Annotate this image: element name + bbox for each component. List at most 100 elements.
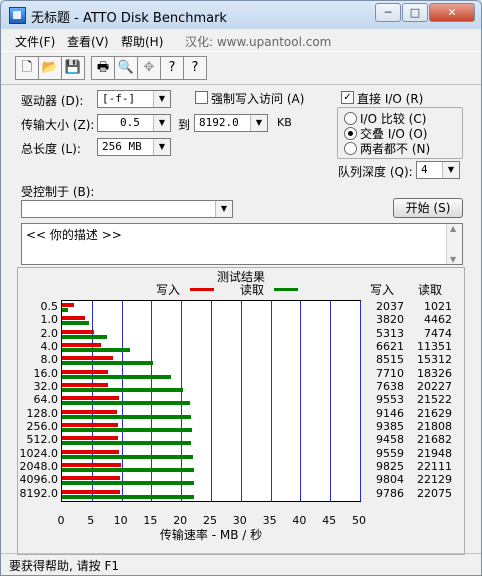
- description-scrollbar[interactable]: ▲ ▼: [446, 224, 462, 264]
- x-axis-label: 传输速率 - MB / 秒: [159, 528, 263, 542]
- menu-help[interactable]: 帮助(H): [121, 33, 163, 50]
- write-value: 9146: [376, 406, 404, 420]
- write-value: 9458: [376, 433, 404, 447]
- read-value: 15312: [417, 353, 452, 367]
- row-size-label: 16.0: [33, 366, 59, 380]
- force-write-label: 强制写入访问 (A): [211, 92, 305, 106]
- status-bar: 要获得帮助, 请按 F1: [1, 553, 481, 575]
- close-button[interactable]: ✕: [429, 3, 475, 22]
- maximize-button[interactable]: □: [402, 3, 428, 22]
- controlled-by-select[interactable]: ▼: [21, 200, 233, 218]
- read-bar: [62, 428, 192, 432]
- queue-depth-select[interactable]: 4 ▼: [416, 161, 460, 179]
- write-value: 3820: [376, 313, 404, 327]
- row-size-label: 2048.0: [19, 460, 59, 473]
- read-value: 21948: [417, 446, 452, 460]
- row-size-label: 512.0: [26, 433, 59, 447]
- read-bar: [62, 321, 89, 326]
- row-size-label: 1.0: [40, 313, 59, 327]
- menu-view[interactable]: 查看(V): [67, 33, 109, 50]
- scroll-down-icon[interactable]: ▼: [450, 255, 456, 264]
- menu-bar: 文件(F) 查看(V) 帮助(H) 汉化: www.upantool.com: [1, 29, 481, 51]
- start-button[interactable]: 开始 (S): [393, 198, 463, 218]
- total-length-label: 总长度 (L):: [21, 142, 81, 156]
- row-size-label: 128.0: [26, 406, 59, 420]
- read-value: 22129: [417, 473, 452, 487]
- write-bar: [62, 329, 94, 334]
- io-overlap-radio[interactable]: [344, 127, 357, 140]
- write-value: 8515: [376, 353, 404, 367]
- io-compare-radio[interactable]: [344, 112, 357, 125]
- legend-read-swatch: [274, 288, 298, 291]
- gridline: [300, 301, 302, 501]
- description-field[interactable]: << 你的描述 >> ▲ ▼: [21, 223, 463, 265]
- write-bar: [62, 356, 113, 361]
- queue-depth-label: 队列深度 (Q):: [338, 165, 413, 179]
- new-file-icon[interactable]: 🗋: [15, 56, 39, 80]
- row-size-label: 1024.0: [19, 446, 59, 460]
- row-size-label: 2.0: [40, 326, 59, 340]
- row-size-label: 8.0: [40, 353, 59, 367]
- open-folder-icon[interactable]: 📂: [38, 56, 62, 80]
- transfer-size-label: 传输大小 (Z):: [21, 118, 95, 132]
- write-bar: [62, 449, 119, 454]
- menu-file[interactable]: 文件(F): [15, 33, 55, 50]
- print-preview-icon[interactable]: 🔍: [114, 56, 138, 80]
- write-bar: [62, 476, 121, 481]
- total-length-select[interactable]: 256 MB ▼: [97, 138, 171, 156]
- transfer-to-select[interactable]: 8192.0 ▼: [194, 114, 268, 132]
- write-value: 7638: [376, 380, 404, 393]
- chevron-down-icon: ▼: [153, 91, 170, 107]
- read-value: 20227: [417, 380, 452, 393]
- read-value: 21629: [417, 406, 452, 420]
- force-write-checkbox[interactable]: [195, 91, 208, 104]
- write-value: 6621: [376, 340, 404, 353]
- save-icon[interactable]: 💾: [61, 56, 85, 80]
- write-bar: [62, 409, 117, 414]
- queue-depth-value: 4: [421, 163, 428, 176]
- context-help-icon[interactable]: ?: [183, 56, 207, 80]
- read-value: 18326: [417, 366, 452, 380]
- move-icon[interactable]: ✥: [137, 56, 161, 80]
- io-neither-radio[interactable]: [344, 142, 357, 155]
- read-value: 11351: [417, 340, 452, 353]
- column-write-header: 写入: [370, 283, 395, 297]
- read-value: 22111: [417, 460, 452, 473]
- read-bar: [62, 414, 191, 419]
- help-icon[interactable]: ?: [160, 56, 184, 80]
- drive-select[interactable]: [-f-] ▼: [97, 90, 171, 108]
- gridline: [330, 301, 332, 501]
- write-bar: [62, 423, 118, 427]
- row-size-label: 32.0: [33, 380, 59, 393]
- read-value: 22075: [417, 486, 452, 500]
- chevron-down-icon: ▼: [153, 115, 170, 131]
- chart-plot-area: [61, 300, 361, 502]
- results-panel: 测试结果 写入 读取 写入 读取 0.5 1.0 2.0 4.0 8.0 16.0 32.0…: [17, 267, 465, 555]
- gridline: [360, 301, 361, 501]
- print-icon[interactable]: 🖶: [91, 56, 115, 80]
- write-bar: [62, 436, 119, 441]
- chevron-down-icon: ▼: [215, 201, 232, 217]
- transfer-from-select[interactable]: 0.5 ▼: [97, 114, 171, 132]
- read-value: 21522: [417, 393, 452, 407]
- write-value: 9385: [376, 420, 404, 433]
- row-size-label: 0.5: [40, 300, 59, 313]
- transfer-to-value: 8192.0: [199, 116, 239, 129]
- title-bar: 无标题 - ATTO Disk Benchmark ─ □ ✕: [1, 1, 481, 29]
- write-value: 7710: [376, 366, 404, 380]
- write-value: 9804: [376, 473, 404, 487]
- io-mode-group: I/O 比较 (C) 交叠 I/O (O) 两者都不 (N): [337, 107, 463, 159]
- app-icon: [9, 7, 26, 24]
- read-bar: [62, 388, 183, 392]
- write-bar: [62, 343, 102, 347]
- direct-io-checkbox[interactable]: ✓: [341, 91, 354, 104]
- menu-localized[interactable]: 汉化: www.upantool.com: [185, 33, 331, 50]
- toolbar: 🗋 📂 💾 🖶 🔍 ✥ ? ?: [1, 51, 481, 85]
- app-window: 无标题 - ATTO Disk Benchmark ─ □ ✕ 文件(F) 查看…: [0, 0, 482, 576]
- minimize-button[interactable]: ─: [375, 3, 401, 22]
- write-bar: [62, 383, 108, 387]
- scroll-up-icon[interactable]: ▲: [450, 224, 456, 233]
- write-bar: [62, 369, 108, 374]
- io-neither-label: 两者都不 (N): [360, 142, 431, 156]
- status-text: 要获得帮助, 请按 F1: [9, 559, 119, 573]
